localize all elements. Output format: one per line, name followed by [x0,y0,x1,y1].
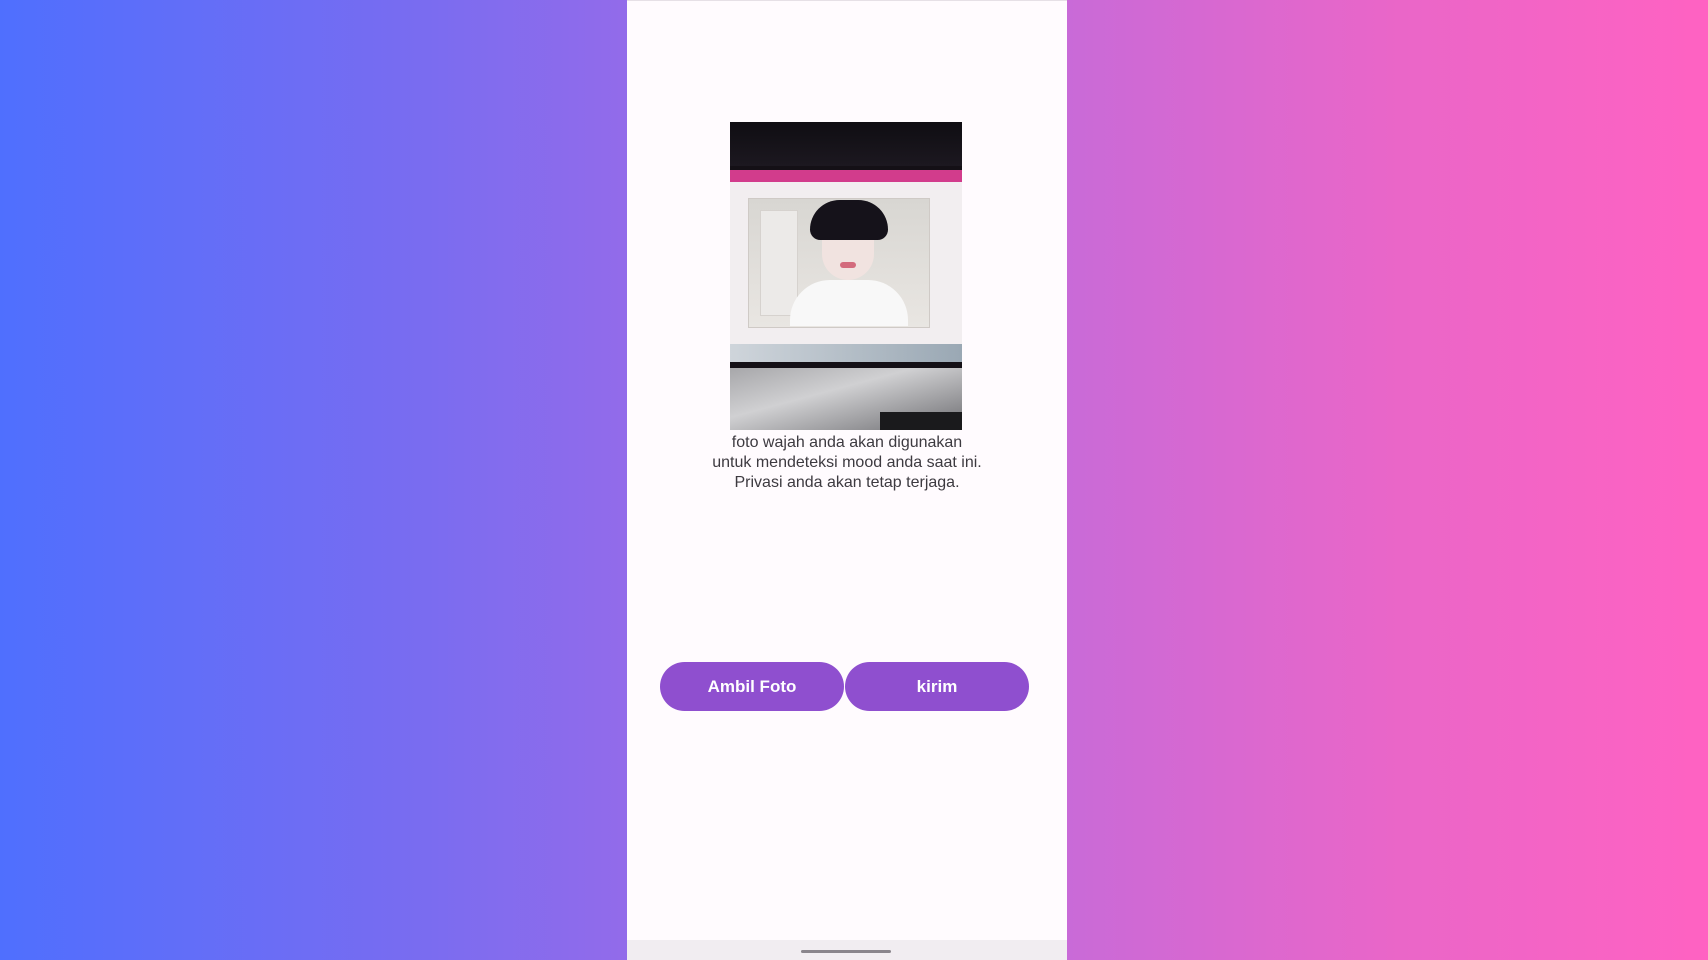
home-indicator[interactable] [801,950,891,953]
phone-screen: foto wajah anda akan digunakan untuk men… [627,0,1067,960]
send-button[interactable]: kirim [845,662,1029,711]
take-photo-button[interactable]: Ambil Foto [660,662,844,711]
caption-line-3: Privasi anda akan tetap terjaga. [734,474,960,491]
privacy-caption: foto wajah anda akan digunakan untuk men… [627,433,1067,493]
status-divider [627,0,1067,1]
caption-line-2: untuk mendeteksi mood anda saat ini. [712,454,982,471]
caption-line-1: foto wajah anda akan digunakan [731,434,963,451]
navigation-bar [627,940,1067,960]
captured-face-photo [730,122,962,430]
